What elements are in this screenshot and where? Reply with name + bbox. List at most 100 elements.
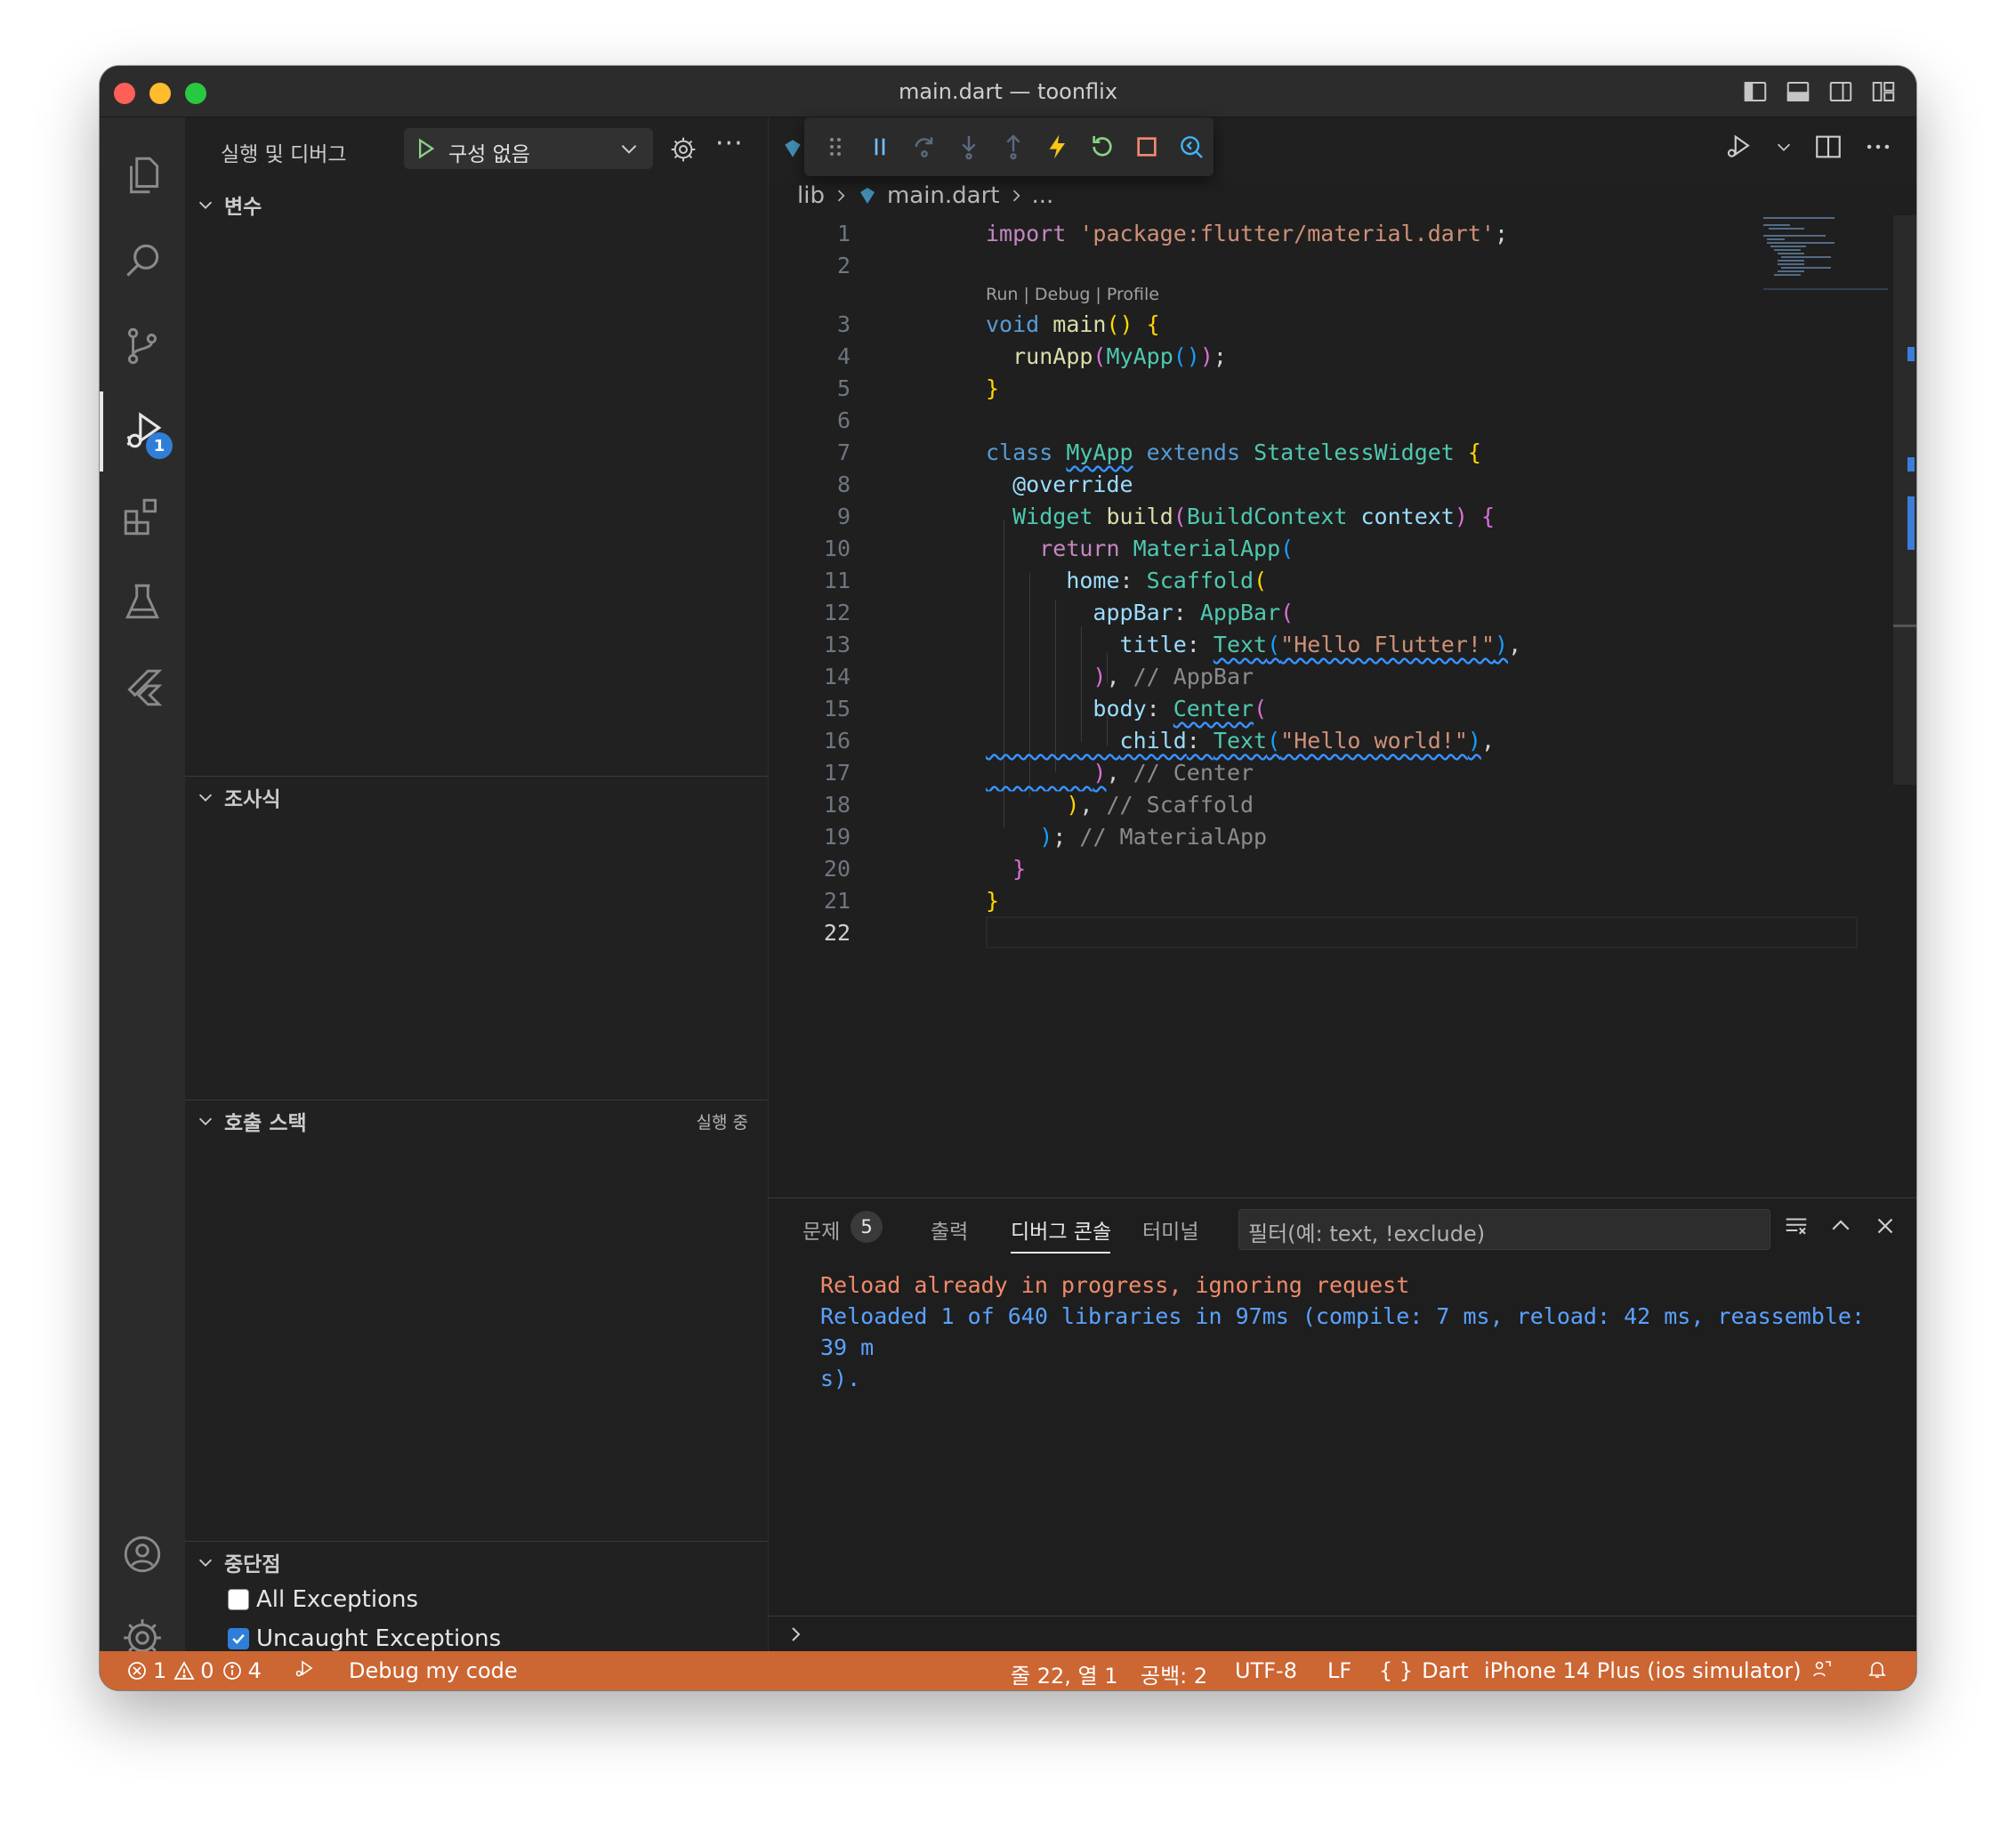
line-number[interactable]: 22 [769,920,851,946]
launch-config-select[interactable]: 구성 없음 [404,128,653,169]
start-debugging-icon[interactable] [413,136,438,161]
debug-console-output: Reload already in progress, ignoring req… [820,1270,1897,1394]
language-mode-status[interactable]: { } Dart [1379,1658,1469,1683]
line-number[interactable]: 9 [769,504,851,529]
problems-status[interactable]: 1 0 4 [126,1658,262,1683]
line-number[interactable]: 17 [769,760,851,786]
line-number[interactable]: 20 [769,856,851,882]
all-exceptions-checkbox[interactable] [228,1589,249,1610]
activity-testing[interactable] [100,562,185,642]
toggle-primary-sidebar-icon[interactable] [1742,78,1769,105]
eol-status[interactable]: LF [1327,1658,1351,1683]
line-number[interactable]: 2 [769,253,851,278]
chevron-down-icon[interactable] [1774,137,1794,157]
line-number[interactable]: 11 [769,568,851,593]
line-number[interactable]: 3 [769,311,851,337]
overview-ruler-cursor [1893,625,1916,627]
activity-search[interactable] [100,221,185,301]
debug-session-badge: 1 [146,432,173,459]
breadcrumb-symbols[interactable]: ... [1032,182,1054,209]
debug-toolbar-grip[interactable] [813,124,858,170]
toggle-panel-icon[interactable] [1785,78,1811,105]
step-over-button[interactable] [902,124,947,170]
line-number[interactable]: 6 [769,407,851,433]
debug-console-filter-input[interactable]: 필터(예: text, !exclude) [1238,1209,1770,1250]
breakpoint-all-exceptions[interactable]: All Exceptions [228,1584,418,1616]
customize-layout-icon[interactable] [1870,78,1897,105]
checkmark-icon [232,1633,245,1644]
breakpoint-uncaught-exceptions[interactable]: Uncaught Exceptions [228,1623,501,1655]
sidebar-more-actions-icon[interactable]: ··· [715,128,744,159]
activity-source-control[interactable] [100,306,185,386]
tab-terminal[interactable]: 터미널 [1142,1214,1198,1245]
callstack-section-label: 호출 스택 [224,1112,307,1135]
restart-button[interactable] [1080,124,1125,170]
breakpoints-section-header[interactable]: 중단점 [185,1543,768,1582]
line-number[interactable]: 15 [769,696,851,722]
indentation-status[interactable]: 공백: 2 [1141,1658,1207,1689]
devtools-icon [1181,136,1203,158]
line-number[interactable]: 4 [769,343,851,369]
close-panel-icon[interactable] [1872,1213,1899,1239]
code-line-current: 22 [769,916,1863,948]
uncaught-exceptions-checkbox[interactable] [228,1628,249,1649]
open-devtools-button[interactable] [1169,124,1214,170]
device-status[interactable]: iPhone 14 Plus (ios simulator) [1484,1658,1802,1683]
line-number[interactable]: 18 [769,792,851,818]
line-number[interactable]: 14 [769,664,851,689]
open-launch-json-gear-icon[interactable] [669,135,698,164]
line-number[interactable]: 19 [769,824,851,850]
step-into-button[interactable] [947,124,991,170]
encoding-status[interactable]: UTF-8 [1235,1658,1297,1683]
activity-explorer[interactable] [100,135,185,215]
clear-console-icon[interactable] [1783,1213,1810,1239]
debug-config-status[interactable]: Debug my code [349,1658,518,1683]
panel-tab-bar: 문제 5 출력 디버그 콘솔 터미널 필터(예: text, !exclude) [769,1198,1916,1257]
activity-flutter[interactable] [100,648,185,728]
more-actions-icon[interactable] [1863,132,1893,162]
debug-launch-status[interactable] [294,1658,320,1680]
step-out-button[interactable] [991,124,1036,170]
split-editor-icon[interactable] [1813,132,1843,162]
line-number[interactable]: 1 [769,221,851,246]
line-number[interactable]: 7 [769,439,851,465]
pause-button[interactable] [858,124,902,170]
editor-actions [1724,132,1893,162]
run-debug-dropdown-icon[interactable] [1724,132,1754,162]
line-number[interactable]: 16 [769,728,851,754]
code-editor[interactable]: 1 import 'package:flutter/material.dart'… [769,217,1863,1044]
activity-extensions[interactable] [100,477,185,557]
debug-console-input[interactable] [769,1616,1916,1651]
maximize-panel-chevron-up-icon[interactable] [1827,1213,1854,1239]
toggle-secondary-sidebar-icon[interactable] [1827,78,1854,105]
code-line: 21 } [769,884,1863,916]
callstack-section-header[interactable]: 호출 스택 실행 중 [185,1101,768,1141]
minimap[interactable] [1762,215,1895,295]
notifications-status[interactable] [1867,1658,1893,1680]
line-number[interactable]: 21 [769,888,851,914]
code-line: 9 Widget build(BuildContext context) { [769,500,1863,532]
watch-section-header[interactable]: 조사식 [185,778,768,817]
activity-accounts[interactable] [100,1514,185,1594]
code-line: 3 void main() { [769,308,1863,340]
live-share-status[interactable] [1811,1658,1838,1680]
variables-section-header[interactable]: 변수 [185,185,768,224]
hot-reload-button[interactable] [1036,124,1080,170]
cursor-position-status[interactable]: 줄 22, 열 1 [1011,1658,1117,1689]
line-number[interactable]: 13 [769,632,851,657]
activity-bar: 1 [100,117,185,1657]
breadcrumb-folder[interactable]: lib [797,182,825,209]
tab-output[interactable]: 출력 [931,1214,968,1245]
stop-icon [1137,137,1157,157]
run-debug-profile-codelens[interactable]: Run | Debug | Profile [986,285,1159,304]
activity-run-debug[interactable]: 1 [100,391,185,472]
scrollbar-marker [1907,347,1915,361]
breadcrumb-file[interactable]: main.dart [887,182,1000,209]
tab-debug-console[interactable]: 디버그 콘솔 [1011,1214,1111,1245]
line-number[interactable]: 8 [769,472,851,497]
line-number[interactable]: 5 [769,375,851,401]
stop-button[interactable] [1125,124,1169,170]
tab-problems[interactable]: 문제 [802,1214,840,1245]
line-number[interactable]: 10 [769,536,851,561]
line-number[interactable]: 12 [769,600,851,625]
